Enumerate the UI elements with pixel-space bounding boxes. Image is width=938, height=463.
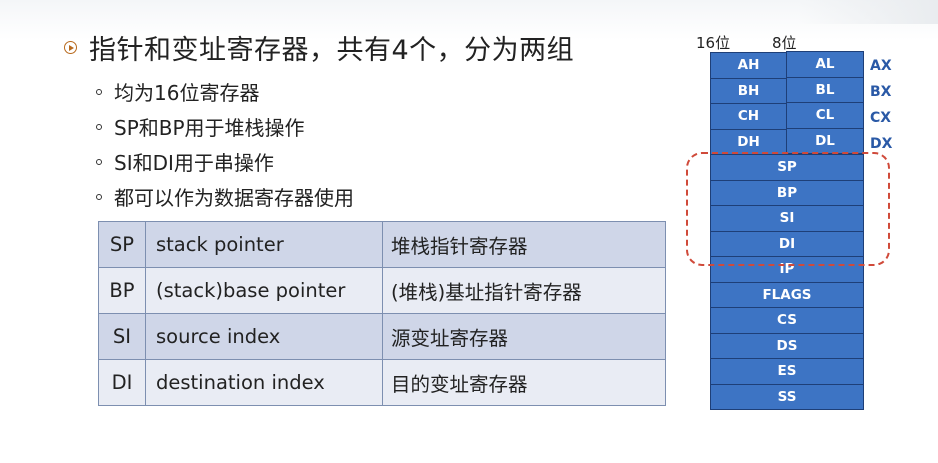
reg-cell-ch: CH bbox=[710, 103, 787, 130]
reg-chinese: 堆栈指针寄存器 bbox=[382, 221, 666, 268]
reg-cell-es: ES bbox=[710, 358, 864, 385]
reg-chinese: 目的变址寄存器 bbox=[382, 359, 666, 406]
reg-english: source index bbox=[145, 313, 383, 360]
list-item: 均为16位寄存器 bbox=[96, 74, 354, 109]
table-row: DI destination index 目的变址寄存器 bbox=[98, 359, 666, 406]
list-item: 都可以作为数据寄存器使用 bbox=[96, 179, 354, 214]
register-pair: AH AL bbox=[710, 51, 864, 79]
reg-cell-ah: AH bbox=[710, 52, 787, 79]
label-cx: CX bbox=[870, 110, 892, 126]
reg-abbr: BP bbox=[98, 267, 146, 314]
reg-cell-dl: DL bbox=[786, 127, 864, 154]
reg-cell-cs: CS bbox=[710, 307, 864, 334]
register-table: SP stack pointer 堆栈指针寄存器 BP (stack)base … bbox=[98, 221, 666, 406]
reg-english: destination index bbox=[145, 359, 383, 406]
slide-title: 指针和变址寄存器，共有4个，分为两组 bbox=[89, 35, 575, 66]
reg-chinese: (堆栈)基址指针寄存器 bbox=[382, 267, 666, 314]
reg-cell-bl: BL bbox=[786, 76, 864, 103]
header-8bit: 8位 bbox=[772, 34, 797, 52]
register-pair: CH CL bbox=[710, 102, 864, 130]
corner-decoration bbox=[798, 0, 938, 24]
table-row: BP (stack)base pointer (堆栈)基址指针寄存器 bbox=[98, 267, 666, 314]
reg-cell-al: AL bbox=[786, 51, 864, 78]
circle-bullet-icon bbox=[96, 88, 102, 95]
reg-cell-bh: BH bbox=[710, 77, 787, 104]
reg-english: stack pointer bbox=[145, 221, 383, 268]
highlight-box bbox=[686, 152, 890, 266]
list-item: SP和BP用于堆栈操作 bbox=[96, 109, 354, 144]
reg-cell-flags: FLAGS bbox=[710, 281, 864, 308]
label-dx: DX bbox=[870, 136, 893, 152]
circle-bullet-icon bbox=[96, 123, 102, 130]
header-16bit: 16位 bbox=[696, 34, 731, 52]
table-row: SI source index 源变址寄存器 bbox=[98, 313, 666, 360]
circle-bullet-icon bbox=[96, 158, 102, 165]
reg-cell-cl: CL bbox=[786, 102, 864, 129]
bullet-list: 均为16位寄存器 SP和BP用于堆栈操作 SI和DI用于串操作 都可以作为数据寄… bbox=[96, 74, 354, 214]
register-pair: BH BL bbox=[710, 76, 864, 104]
circle-bullet-icon bbox=[96, 193, 102, 200]
reg-abbr: DI bbox=[98, 359, 146, 406]
list-item: SI和DI用于串操作 bbox=[96, 144, 354, 179]
register-diagram: 16位 8位 AH AL BH BL CH CL DH DL SP BP SI … bbox=[686, 28, 938, 463]
label-bx: BX bbox=[870, 84, 892, 100]
table-row: SP stack pointer 堆栈指针寄存器 bbox=[98, 221, 666, 268]
label-ax: AX bbox=[870, 58, 892, 74]
reg-chinese: 源变址寄存器 bbox=[382, 313, 666, 360]
reg-abbr: SP bbox=[98, 221, 146, 268]
reg-abbr: SI bbox=[98, 313, 146, 360]
reg-english: (stack)base pointer bbox=[145, 267, 383, 314]
reg-cell-ds: DS bbox=[710, 332, 864, 359]
title-row: 指针和变址寄存器，共有4个，分为两组 bbox=[64, 28, 574, 67]
reg-cell-ss: SS bbox=[710, 383, 864, 410]
play-bullet-icon bbox=[64, 41, 77, 54]
